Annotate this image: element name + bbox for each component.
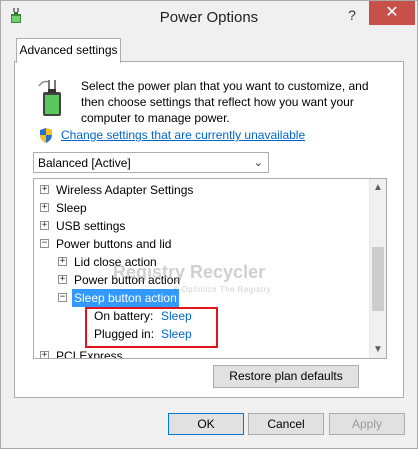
description-text: Select the power plan that you want to c… <box>81 79 369 125</box>
watermark-text: Registry Recycler <box>113 262 266 282</box>
expand-icon[interactable]: + <box>58 257 67 266</box>
watermark-subtext: & Optimize The Registry <box>173 285 272 294</box>
collapse-icon[interactable]: − <box>40 239 49 248</box>
tree-item-label: PCI Express <box>56 349 123 359</box>
cancel-button[interactable]: Cancel <box>248 413 324 435</box>
power-options-window: Power Options ? ✕ Advanced settings Sele… <box>0 0 418 449</box>
expand-icon[interactable]: + <box>40 203 49 212</box>
vertical-scrollbar[interactable]: ▲ ▼ <box>369 179 386 358</box>
close-button[interactable]: ✕ <box>369 1 415 25</box>
apply-button[interactable]: Apply <box>329 413 405 435</box>
title-bar: Power Options ? ✕ <box>1 1 417 33</box>
chevron-down-icon: ⌄ <box>253 157 263 169</box>
change-settings-link[interactable]: Change settings that are currently unava… <box>61 128 305 142</box>
uac-shield-icon <box>40 128 52 143</box>
expand-icon[interactable]: + <box>58 275 67 284</box>
annotation-highlight-box <box>85 307 218 348</box>
expand-icon[interactable]: + <box>40 185 49 194</box>
expand-icon[interactable]: + <box>40 221 49 230</box>
ok-button[interactable]: OK <box>168 413 244 435</box>
restore-plan-defaults-button[interactable]: Restore plan defaults <box>213 365 359 388</box>
tree-item-label: USB settings <box>56 219 126 233</box>
tab-advanced-settings[interactable]: Advanced settings <box>16 38 121 63</box>
collapse-icon[interactable]: − <box>58 293 67 302</box>
power-plan-value: Balanced [Active] <box>38 156 131 170</box>
scroll-up-icon[interactable]: ▲ <box>370 179 386 196</box>
tree-item-label: Sleep <box>56 201 87 215</box>
battery-plug-icon <box>38 80 61 116</box>
help-button[interactable]: ? <box>337 3 367 27</box>
power-plan-select[interactable]: Balanced [Active] ⌄ <box>33 152 269 173</box>
scroll-down-icon[interactable]: ▼ <box>370 341 386 358</box>
scroll-thumb[interactable] <box>372 247 384 311</box>
tree-item-label: Power buttons and lid <box>56 237 172 251</box>
tree-item-label: Wireless Adapter Settings <box>56 183 194 197</box>
expand-icon[interactable]: + <box>40 351 49 358</box>
tree-item-label: Sleep button action <box>72 289 179 307</box>
